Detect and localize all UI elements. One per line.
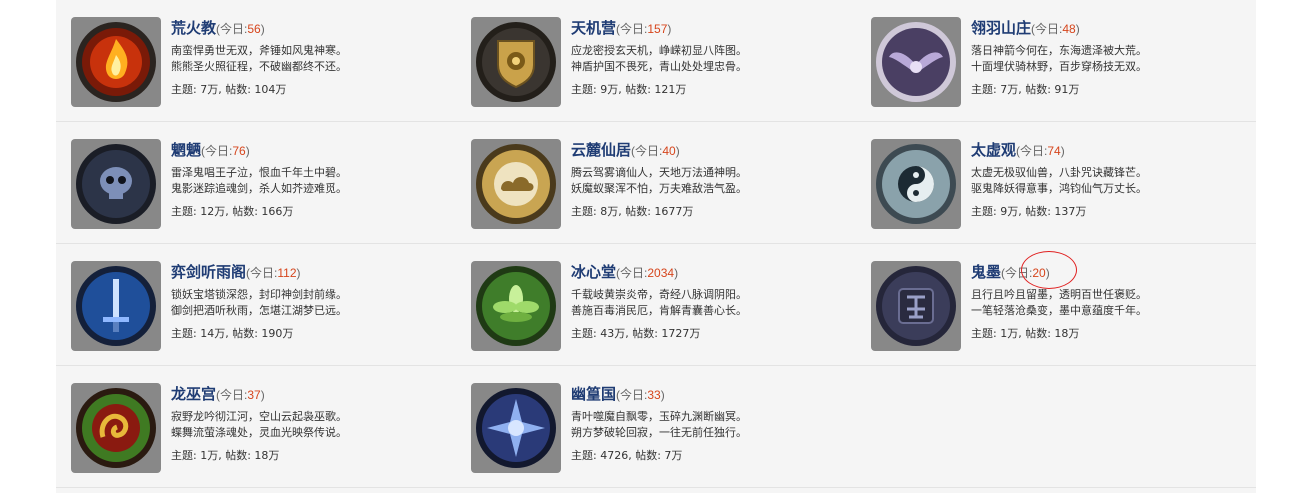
forum-stats: 主题: 43万, 帖数: 1727万 <box>571 327 701 340</box>
forum-name-link[interactable]: 幽篁国 <box>571 385 616 403</box>
forum-description-line: 且行且吟且留墨，透明百世任褒贬。 <box>971 288 1147 301</box>
forum-stats: 主题: 7万, 帖数: 104万 <box>171 83 287 96</box>
forum-card: 天机营(今日:157) 应龙密授玄天机，峥嵘初显八阵图。 神盾护国不畏死，青山处… <box>471 17 861 107</box>
forum-name-link[interactable]: 天机营 <box>571 19 616 37</box>
forum-description-line: 御剑把酒听秋雨，怎堪江湖梦已远。 <box>171 304 347 317</box>
forum-description-line: 应龙密授玄天机，峥嵘初显八阵图。 <box>571 44 747 57</box>
forum-card: 鬼墨(今日:20) 且行且吟且留墨，透明百世任褒贬。 一笔轻落沧桑变，墨中意蕴度… <box>871 261 1261 351</box>
forum-name-link[interactable]: 云麓仙居 <box>571 141 631 159</box>
forum-name-link[interactable]: 弈剑听雨阁 <box>171 263 246 281</box>
cloud-emblem-icon <box>476 144 556 224</box>
forum-icon-link[interactable] <box>71 261 161 351</box>
forum-card: 荒火教(今日:56) 南蛮悍勇世无双，斧锤如风鬼神寒。 熊熊圣火照征程，不破幽都… <box>71 17 461 107</box>
forum-description-line: 太虚无极驭仙兽，八卦咒诀藏锋芒。 <box>971 166 1147 179</box>
shield-emblem-icon <box>476 22 556 102</box>
forum-row-2: 魍魉(今日:76) 雷泽鬼唱王子泣，恨血千年土中碧。 鬼影迷踪追魂剑，杀人如芥迹… <box>56 122 1256 244</box>
forum-description-line: 十面埋伏骑林野，百步穿杨技无双。 <box>971 60 1147 73</box>
forum-card: 冰心堂(今日:2034) 千载岐黄崇炎帝，奇经八脉调阴阳。 善施百毒消民厄，肯解… <box>471 261 861 351</box>
forum-name-link[interactable]: 冰心堂 <box>571 263 616 281</box>
forum-card: 魍魉(今日:76) 雷泽鬼唱王子泣，恨血千年土中碧。 鬼影迷踪追魂剑，杀人如芥迹… <box>71 139 461 229</box>
forum-name-link[interactable]: 荒火教 <box>171 19 216 37</box>
forum-name-link[interactable]: 龙巫宫 <box>171 385 216 403</box>
forum-panel: 荒火教(今日:56) 南蛮悍勇世无双，斧锤如风鬼神寒。 熊熊圣火照征程，不破幽都… <box>56 0 1256 493</box>
forum-icon-link[interactable] <box>871 139 961 229</box>
forum-card: 云麓仙居(今日:40) 腾云驾雾谪仙人，天地万法通神明。 妖魔蚁聚浑不怕，万夫难… <box>471 139 861 229</box>
forum-name-link[interactable]: 魍魉 <box>171 141 201 159</box>
forum-name-link[interactable]: 太虚观 <box>971 141 1016 159</box>
forum-icon-link[interactable] <box>71 17 161 107</box>
sword-emblem-icon <box>76 266 156 346</box>
forum-description-line: 寂野龙吟彻江河，空山云起袅巫歌。 <box>171 410 347 423</box>
forum-description-line: 落日神箭今何在，东海遗泽被大荒。 <box>971 44 1147 57</box>
forum-card: 龙巫宫(今日:37) 寂野龙吟彻江河，空山云起袅巫歌。 蝶舞流萤涤魂处，灵血光映… <box>71 383 461 473</box>
forum-stats: 主题: 12万, 帖数: 166万 <box>171 205 294 218</box>
today-count: (今日:33) <box>616 388 665 402</box>
forum-card: 太虚观(今日:74) 太虚无极驭仙兽，八卦咒诀藏锋芒。 驱鬼降妖得意事，鸿钧仙气… <box>871 139 1261 229</box>
forum-description-line: 驱鬼降妖得意事，鸿钧仙气万丈长。 <box>971 182 1147 195</box>
today-count: (今日:157) <box>616 22 672 36</box>
forum-card: 弈剑听雨阁(今日:112) 锁妖宝塔锁深怨，封印神剑封前缘。 御剑把酒听秋雨，怎… <box>71 261 461 351</box>
forum-icon-link[interactable] <box>71 383 161 473</box>
forum-stats: 主题: 4726, 帖数: 7万 <box>571 449 683 462</box>
forum-icon-link[interactable] <box>471 17 561 107</box>
dragon-emblem-icon <box>76 388 156 468</box>
forum-stats: 主题: 9万, 帖数: 137万 <box>971 205 1087 218</box>
today-count: (今日:76) <box>201 144 250 158</box>
today-count: (今日:2034) <box>616 266 679 280</box>
star-emblem-icon <box>476 388 556 468</box>
forum-icon-link[interactable] <box>871 17 961 107</box>
forum-description-line: 鬼影迷踪追魂剑，杀人如芥迹难觅。 <box>171 182 347 195</box>
forum-description-line: 南蛮悍勇世无双，斧锤如风鬼神寒。 <box>171 44 347 57</box>
forum-card: 幽篁国(今日:33) 青叶噬魔自飘零，玉碎九渊断幽冥。 朔方梦破轮回寂，一往无前… <box>471 383 861 473</box>
today-count: (今日:37) <box>216 388 265 402</box>
lotus-emblem-icon <box>476 266 556 346</box>
today-count: (今日:56) <box>216 22 265 36</box>
ink-seal-emblem-icon <box>876 266 956 346</box>
forum-stats: 主题: 8万, 帖数: 1677万 <box>571 205 694 218</box>
forum-description-line: 腾云驾雾谪仙人，天地万法通神明。 <box>571 166 747 179</box>
forum-stats: 主题: 1万, 帖数: 18万 <box>171 449 280 462</box>
today-count: (今日:74) <box>1016 144 1065 158</box>
forum-description-line: 熊熊圣火照征程，不破幽都终不还。 <box>171 60 347 73</box>
today-count: (今日:20) <box>1001 266 1050 280</box>
forum-card: 翎羽山庄(今日:48) 落日神箭今何在，东海遗泽被大荒。 十面埋伏骑林野，百步穿… <box>871 17 1261 107</box>
flame-emblem-icon <box>76 22 156 102</box>
forum-row-4: 龙巫宫(今日:37) 寂野龙吟彻江河，空山云起袅巫歌。 蝶舞流萤涤魂处，灵血光映… <box>56 366 1256 488</box>
forum-stats: 主题: 14万, 帖数: 190万 <box>171 327 294 340</box>
forum-description-line: 青叶噬魔自飘零，玉碎九渊断幽冥。 <box>571 410 747 423</box>
forum-stats: 主题: 7万, 帖数: 91万 <box>971 83 1080 96</box>
forum-icon-link[interactable] <box>471 383 561 473</box>
forum-description-line: 朔方梦破轮回寂，一往无前任独行。 <box>571 426 747 439</box>
forum-description-line: 锁妖宝塔锁深怨，封印神剑封前缘。 <box>171 288 347 301</box>
skull-emblem-icon <box>76 144 156 224</box>
forum-icon-link[interactable] <box>871 261 961 351</box>
forum-name-link[interactable]: 翎羽山庄 <box>971 19 1031 37</box>
forum-description-line: 雷泽鬼唱王子泣，恨血千年土中碧。 <box>171 166 347 179</box>
forum-description-line: 千载岐黄崇炎帝，奇经八脉调阴阳。 <box>571 288 747 301</box>
forum-description-line: 蝶舞流萤涤魂处，灵血光映祭传说。 <box>171 426 347 439</box>
today-count: (今日:112) <box>246 266 301 280</box>
forum-description-line: 一笔轻落沧桑变，墨中意蕴度千年。 <box>971 304 1147 317</box>
forum-row-3: 弈剑听雨阁(今日:112) 锁妖宝塔锁深怨，封印神剑封前缘。 御剑把酒听秋雨，怎… <box>56 244 1256 366</box>
yinyang-emblem-icon <box>876 144 956 224</box>
forum-description-line: 妖魔蚁聚浑不怕，万夫难敌浩气盈。 <box>571 182 747 195</box>
today-count: (今日:48) <box>1031 22 1080 36</box>
forum-stats: 主题: 9万, 帖数: 121万 <box>571 83 687 96</box>
forum-icon-link[interactable] <box>471 261 561 351</box>
forum-icon-link[interactable] <box>71 139 161 229</box>
forum-name-link[interactable]: 鬼墨 <box>971 263 1001 281</box>
wings-emblem-icon <box>876 22 956 102</box>
forum-row-1: 荒火教(今日:56) 南蛮悍勇世无双，斧锤如风鬼神寒。 熊熊圣火照征程，不破幽都… <box>56 0 1256 122</box>
forum-stats: 主题: 1万, 帖数: 18万 <box>971 327 1080 340</box>
today-count: (今日:40) <box>631 144 680 158</box>
forum-description-line: 神盾护国不畏死，青山处处埋忠骨。 <box>571 60 747 73</box>
forum-icon-link[interactable] <box>471 139 561 229</box>
forum-description-line: 善施百毒消民厄，肯解青囊善心长。 <box>571 304 747 317</box>
